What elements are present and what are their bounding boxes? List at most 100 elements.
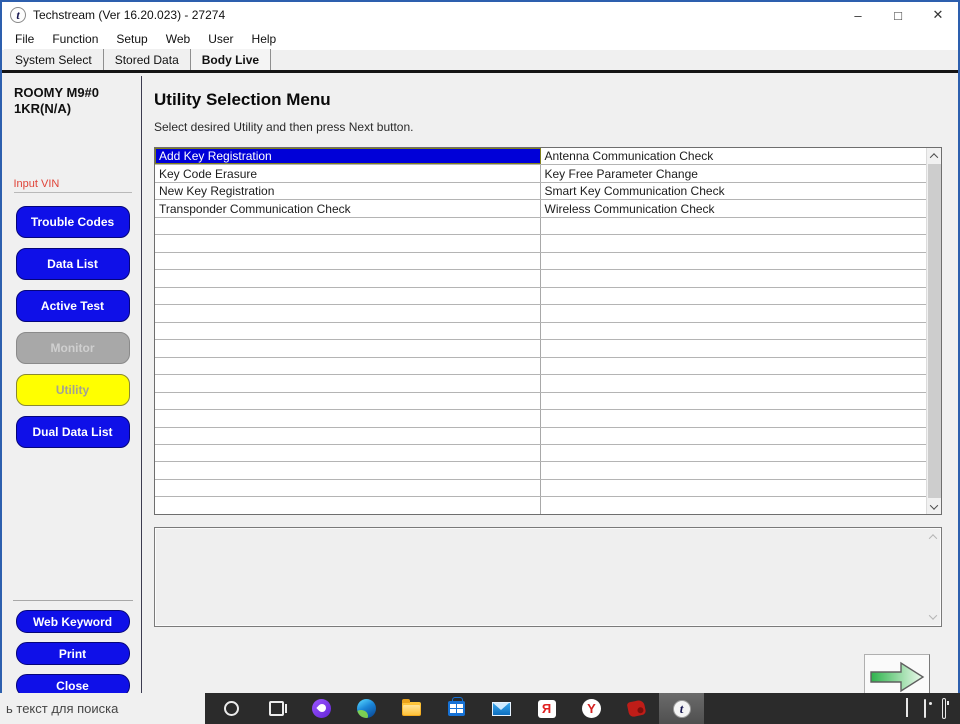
utility-item-antenna-communication-check[interactable]: Antenna Communication Check bbox=[541, 148, 927, 164]
utility-row bbox=[155, 357, 927, 376]
utility-empty-cell bbox=[541, 393, 927, 409]
utility-item-transponder-communication-check[interactable]: Transponder Communication Check bbox=[155, 200, 541, 217]
utility-empty-cell bbox=[541, 323, 927, 339]
sidebar-button-active-test[interactable]: Active Test bbox=[15, 290, 130, 322]
utility-row bbox=[155, 252, 926, 271]
utility-rows: Add Key Registration Antenna Communicatio… bbox=[155, 148, 926, 514]
techstream-window: t Techstream (Ver 16.20.023) - 27274 – □… bbox=[0, 0, 960, 724]
taskbar-icon-task-view[interactable] bbox=[254, 693, 299, 724]
tab-system-select[interactable]: System Select bbox=[4, 49, 104, 70]
utility-row bbox=[155, 444, 926, 463]
input-vin-link[interactable]: Input VIN bbox=[14, 178, 132, 190]
utility-item-smart-key-communication-check[interactable]: Smart Key Communication Check bbox=[541, 183, 927, 199]
tray-hardware[interactable] bbox=[924, 698, 926, 718]
utility-empty-cell bbox=[155, 392, 541, 410]
vehicle-info: ROOMY M9#0 1KR(N/A) bbox=[4, 76, 141, 117]
utility-empty-cell bbox=[155, 444, 541, 462]
cortana-icon bbox=[224, 701, 239, 716]
main-panel: Utility Selection Menu Select desired Ut… bbox=[142, 76, 956, 722]
utility-row bbox=[155, 287, 926, 306]
utility-empty-cell bbox=[541, 462, 927, 478]
taskbar-icon-yandex-browser[interactable]: Y bbox=[569, 693, 614, 724]
taskbar-icons: Я Yt bbox=[209, 693, 704, 724]
next-arrow-icon bbox=[870, 661, 925, 692]
utility-row: Key Code Erasure Key Free Parameter Chang… bbox=[155, 165, 927, 183]
utility-row bbox=[155, 270, 927, 288]
maximize-button[interactable]: □ bbox=[878, 2, 918, 28]
window-controls: – □ ✕ bbox=[838, 2, 958, 28]
utility-empty-cell bbox=[541, 270, 927, 286]
menu-setup[interactable]: Setup bbox=[107, 28, 156, 50]
task-view-icon bbox=[269, 701, 287, 716]
utility-item-key-code-erasure[interactable]: Key Code Erasure bbox=[155, 165, 541, 182]
taskbar-icon-file-explorer[interactable] bbox=[389, 693, 434, 724]
sidebar: ROOMY M9#0 1KR(N/A) Input VIN Trouble Co… bbox=[4, 76, 142, 722]
sidebar-button-dual-data-list[interactable]: Dual Data List bbox=[15, 416, 130, 448]
utility-empty-cell bbox=[155, 427, 541, 444]
menu-function[interactable]: Function bbox=[43, 28, 107, 50]
taskbar-search[interactable]: ь текст для поиска bbox=[0, 693, 205, 724]
input-vin-underline bbox=[13, 192, 132, 193]
scroll-down-arrow-icon[interactable] bbox=[927, 499, 941, 514]
taskbar: ь текст для поиска Я Yt bbox=[0, 693, 960, 724]
scrollbar-thumb[interactable] bbox=[927, 164, 941, 498]
utility-empty-cell bbox=[155, 462, 541, 479]
tab-body-live[interactable]: Body Live bbox=[190, 49, 272, 70]
utility-empty-cell bbox=[155, 479, 541, 497]
utility-empty-cell bbox=[541, 480, 927, 496]
page-subtitle: Select desired Utility and then press Ne… bbox=[154, 120, 414, 134]
utility-row bbox=[155, 479, 927, 498]
info-textarea[interactable] bbox=[154, 527, 942, 627]
utility-row bbox=[155, 322, 927, 341]
sidebar-button-data-list[interactable]: Data List bbox=[15, 248, 130, 280]
tray-battery[interactable] bbox=[942, 697, 946, 719]
sidebar-button-print[interactable]: Print bbox=[15, 642, 130, 665]
utility-item-wireless-communication-check[interactable]: Wireless Communication Check bbox=[541, 200, 927, 216]
taskbar-icon-techstream[interactable]: t bbox=[659, 693, 704, 724]
mail-icon bbox=[492, 701, 511, 716]
utility-item-add-key-registration[interactable]: Add Key Registration bbox=[155, 148, 541, 165]
utility-empty-cell bbox=[155, 322, 541, 340]
taskbar-icon-yandex-app[interactable]: Я bbox=[524, 693, 569, 724]
techstream-icon: t bbox=[672, 699, 691, 718]
menu-web[interactable]: Web bbox=[157, 28, 199, 50]
taskbar-icon-store[interactable] bbox=[434, 693, 479, 724]
taskbar-icon-cortana[interactable] bbox=[209, 693, 254, 724]
utility-row bbox=[155, 340, 926, 358]
utility-empty-cell bbox=[541, 428, 927, 444]
scroll-up-arrow-icon[interactable] bbox=[927, 148, 941, 163]
minimize-button[interactable]: – bbox=[838, 2, 878, 28]
utility-empty-cell bbox=[541, 358, 927, 374]
vehicle-model: ROOMY M9#0 bbox=[14, 85, 100, 100]
close-window-button[interactable]: ✕ bbox=[918, 2, 958, 28]
tab-stored-data[interactable]: Stored Data bbox=[103, 49, 191, 70]
utility-row: Transponder Communication Check Wireless … bbox=[155, 200, 927, 218]
menu-user[interactable]: User bbox=[199, 28, 242, 50]
utility-item-key-free-parameter-change[interactable]: Key Free Parameter Change bbox=[541, 165, 927, 181]
utility-item-new-key-registration[interactable]: New Key Registration bbox=[155, 182, 541, 200]
taskbar-icon-edge[interactable] bbox=[344, 693, 389, 724]
system-tray bbox=[906, 693, 960, 724]
window-content: ROOMY M9#0 1KR(N/A) Input VIN Trouble Co… bbox=[4, 76, 956, 722]
info-scroll-down-icon bbox=[928, 611, 938, 620]
utility-empty-cell bbox=[155, 217, 541, 235]
utility-row: New Key Registration Smart Key Communicat… bbox=[155, 182, 927, 201]
info-scroll-up-icon bbox=[928, 534, 938, 543]
utility-listbox: Add Key Registration Antenna Communicatio… bbox=[154, 147, 942, 515]
taskbar-icon-alice[interactable] bbox=[299, 693, 344, 724]
taskbar-search-text: ь текст для поиска bbox=[6, 701, 119, 716]
utility-empty-cell bbox=[155, 287, 541, 305]
sidebar-button-trouble-codes[interactable]: Trouble Codes bbox=[15, 206, 130, 238]
techstream-logo-icon: t bbox=[10, 7, 26, 23]
alice-icon bbox=[312, 699, 331, 718]
tray-hidden-icons[interactable] bbox=[906, 697, 908, 718]
menu-help[interactable]: Help bbox=[243, 28, 286, 50]
sidebar-button-web-keyword[interactable]: Web Keyword bbox=[15, 610, 130, 633]
titlebar: t Techstream (Ver 16.20.023) - 27274 – □… bbox=[2, 2, 958, 28]
utility-empty-cell bbox=[541, 235, 927, 251]
sidebar-button-utility[interactable]: Utility bbox=[15, 374, 130, 406]
taskbar-icon-red-tool[interactable] bbox=[614, 693, 659, 724]
taskbar-icon-mail[interactable] bbox=[479, 693, 524, 724]
utility-scrollbar[interactable] bbox=[926, 148, 941, 514]
menu-file[interactable]: File bbox=[6, 28, 43, 50]
